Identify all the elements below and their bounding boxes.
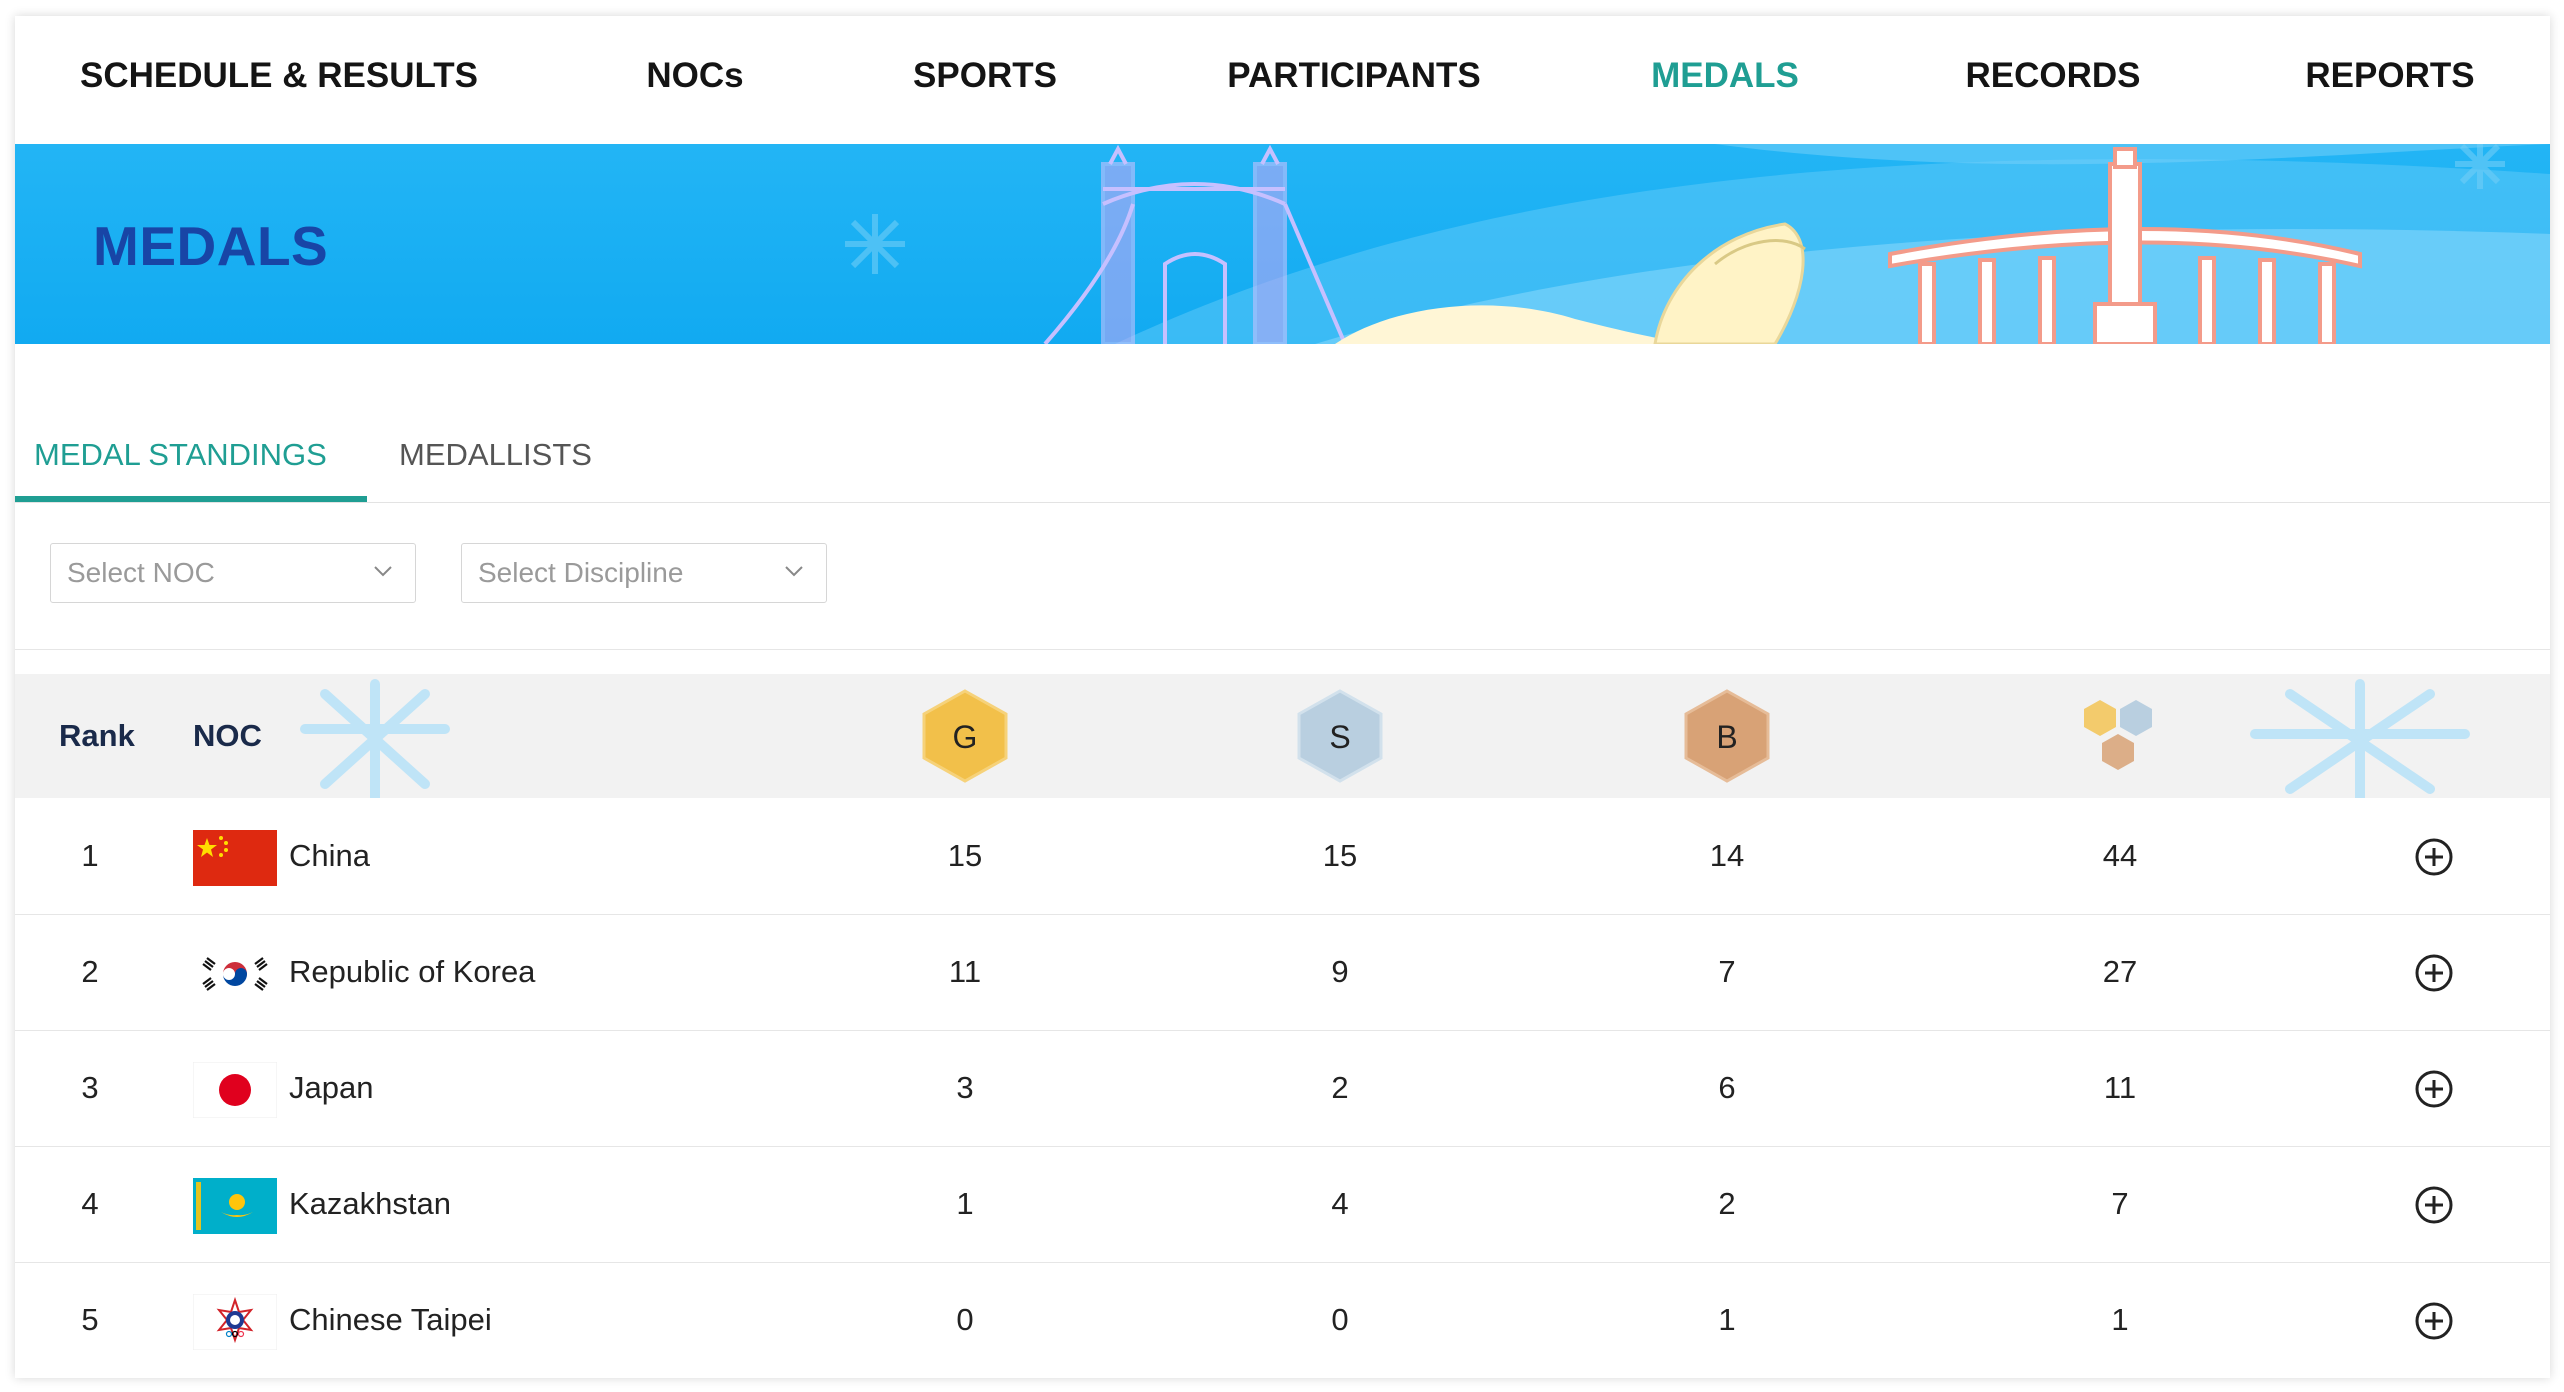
header-snowflake-decoration — [300, 679, 2470, 798]
gold-count-cell: 1 — [956, 1186, 974, 1221]
japan-flag-icon — [193, 1062, 277, 1118]
silver-header-label: S — [1329, 719, 1350, 755]
expand-plus-icon[interactable] — [2414, 837, 2454, 877]
chevron-down-icon — [374, 566, 392, 577]
rank-cell: 4 — [81, 1186, 99, 1221]
nav-participants[interactable]: PARTICIPANTS — [1227, 44, 1480, 108]
table-header: Rank NOC G S B — [15, 674, 2550, 798]
expand-plus-icon[interactable] — [2414, 953, 2454, 993]
bronze-count-cell: 6 — [1718, 1070, 1736, 1105]
nav-sports[interactable]: SPORTS — [913, 44, 1057, 108]
table-row: 3 Japan 3 2 6 11 — [15, 1030, 2550, 1147]
total-count-cell: 7 — [2111, 1186, 2129, 1221]
bronze-count-cell: 2 — [1718, 1186, 1736, 1221]
select-noc-placeholder: Select NOC — [67, 557, 215, 588]
gold-header-label: G — [953, 719, 978, 755]
total-count-cell: 1 — [2111, 1302, 2129, 1337]
silver-medal-icon: S — [1297, 689, 1383, 783]
gold-count-cell: 0 — [956, 1302, 974, 1337]
select-noc-dropdown[interactable]: Select NOC — [50, 543, 416, 603]
table-row: 2 Republic of Korea 11 9 7 27 — [15, 914, 2550, 1031]
top-navigation: SCHEDULE & RESULTS NOCs SPORTS PARTICIPA… — [15, 16, 2550, 144]
expand-plus-icon[interactable] — [2414, 1069, 2454, 1109]
total-count-cell: 11 — [2103, 1070, 2137, 1105]
nav-schedule-results[interactable]: SCHEDULE & RESULTS — [80, 44, 478, 108]
page-title: MEDALS — [93, 215, 329, 277]
noc-name-cell[interactable]: Chinese Taipei — [289, 1262, 492, 1378]
filters-divider — [15, 649, 2550, 650]
chevron-down-icon — [785, 566, 803, 577]
table-row: 1 China 15 15 14 44 — [15, 798, 2550, 915]
table-row: 4 Kazakhstan 1 4 2 7 — [15, 1146, 2550, 1263]
silver-count-cell: 15 — [1322, 838, 1358, 873]
tab-medallists[interactable]: MEDALLISTS — [399, 416, 592, 500]
nav-reports[interactable]: REPORTS — [2305, 44, 2474, 108]
bronze-count-cell: 7 — [1718, 954, 1736, 989]
gold-medal-icon: G — [922, 689, 1008, 783]
expand-plus-icon[interactable] — [2414, 1301, 2454, 1341]
select-discipline-dropdown[interactable]: Select Discipline — [461, 543, 827, 603]
silver-count-cell: 0 — [1331, 1302, 1349, 1337]
bronze-medal-icon: B — [1684, 689, 1770, 783]
tab-medal-standings[interactable]: MEDAL STANDINGS — [34, 416, 327, 500]
bronze-count-cell: 1 — [1718, 1302, 1736, 1337]
silver-count-cell: 4 — [1331, 1186, 1349, 1221]
noc-name-cell[interactable]: Japan — [289, 1030, 373, 1146]
table-row: 5 Chinese Taipei 0 0 1 1 — [15, 1262, 2550, 1378]
nav-nocs[interactable]: NOCs — [646, 44, 743, 108]
header-noc: NOC — [193, 718, 262, 753]
total-count-cell: 44 — [2102, 838, 2138, 873]
noc-name-cell[interactable]: Republic of Korea — [289, 914, 535, 1030]
header-rank: Rank — [59, 718, 135, 753]
kazakhstan-flag-icon — [193, 1178, 277, 1234]
expand-plus-icon[interactable] — [2414, 1185, 2454, 1225]
bronze-count-cell: 14 — [1709, 838, 1745, 873]
chinese-taipei-flag-icon — [193, 1294, 277, 1350]
korea-flag-icon — [193, 946, 277, 1002]
select-discipline-placeholder: Select Discipline — [478, 557, 684, 588]
total-medals-icon — [2084, 700, 2152, 770]
rank-cell: 1 — [81, 838, 99, 873]
gold-count-cell: 11 — [948, 954, 982, 989]
noc-name-cell[interactable]: Kazakhstan — [289, 1146, 451, 1262]
medals-page: SCHEDULE & RESULTS NOCs SPORTS PARTICIPA… — [15, 16, 2550, 1378]
page-banner: MEDALS — [15, 144, 2550, 344]
noc-name-cell[interactable]: China — [289, 798, 370, 914]
gold-count-cell: 15 — [947, 838, 983, 873]
rank-cell: 5 — [81, 1302, 99, 1337]
nav-medals[interactable]: MEDALS — [1651, 44, 1799, 108]
silver-count-cell: 9 — [1331, 954, 1349, 989]
silver-count-cell: 2 — [1331, 1070, 1349, 1105]
medal-tabs: MEDAL STANDINGS MEDALLISTS — [15, 416, 2550, 503]
nav-records[interactable]: RECORDS — [1965, 44, 2140, 108]
banner-landmarks-illustration — [845, 144, 2550, 344]
active-tab-indicator — [15, 496, 367, 502]
total-count-cell: 27 — [2102, 954, 2138, 989]
rank-cell: 2 — [81, 954, 99, 989]
gold-count-cell: 3 — [956, 1070, 974, 1105]
bronze-header-label: B — [1716, 719, 1737, 755]
rank-cell: 3 — [81, 1070, 99, 1105]
china-flag-icon — [193, 830, 277, 886]
